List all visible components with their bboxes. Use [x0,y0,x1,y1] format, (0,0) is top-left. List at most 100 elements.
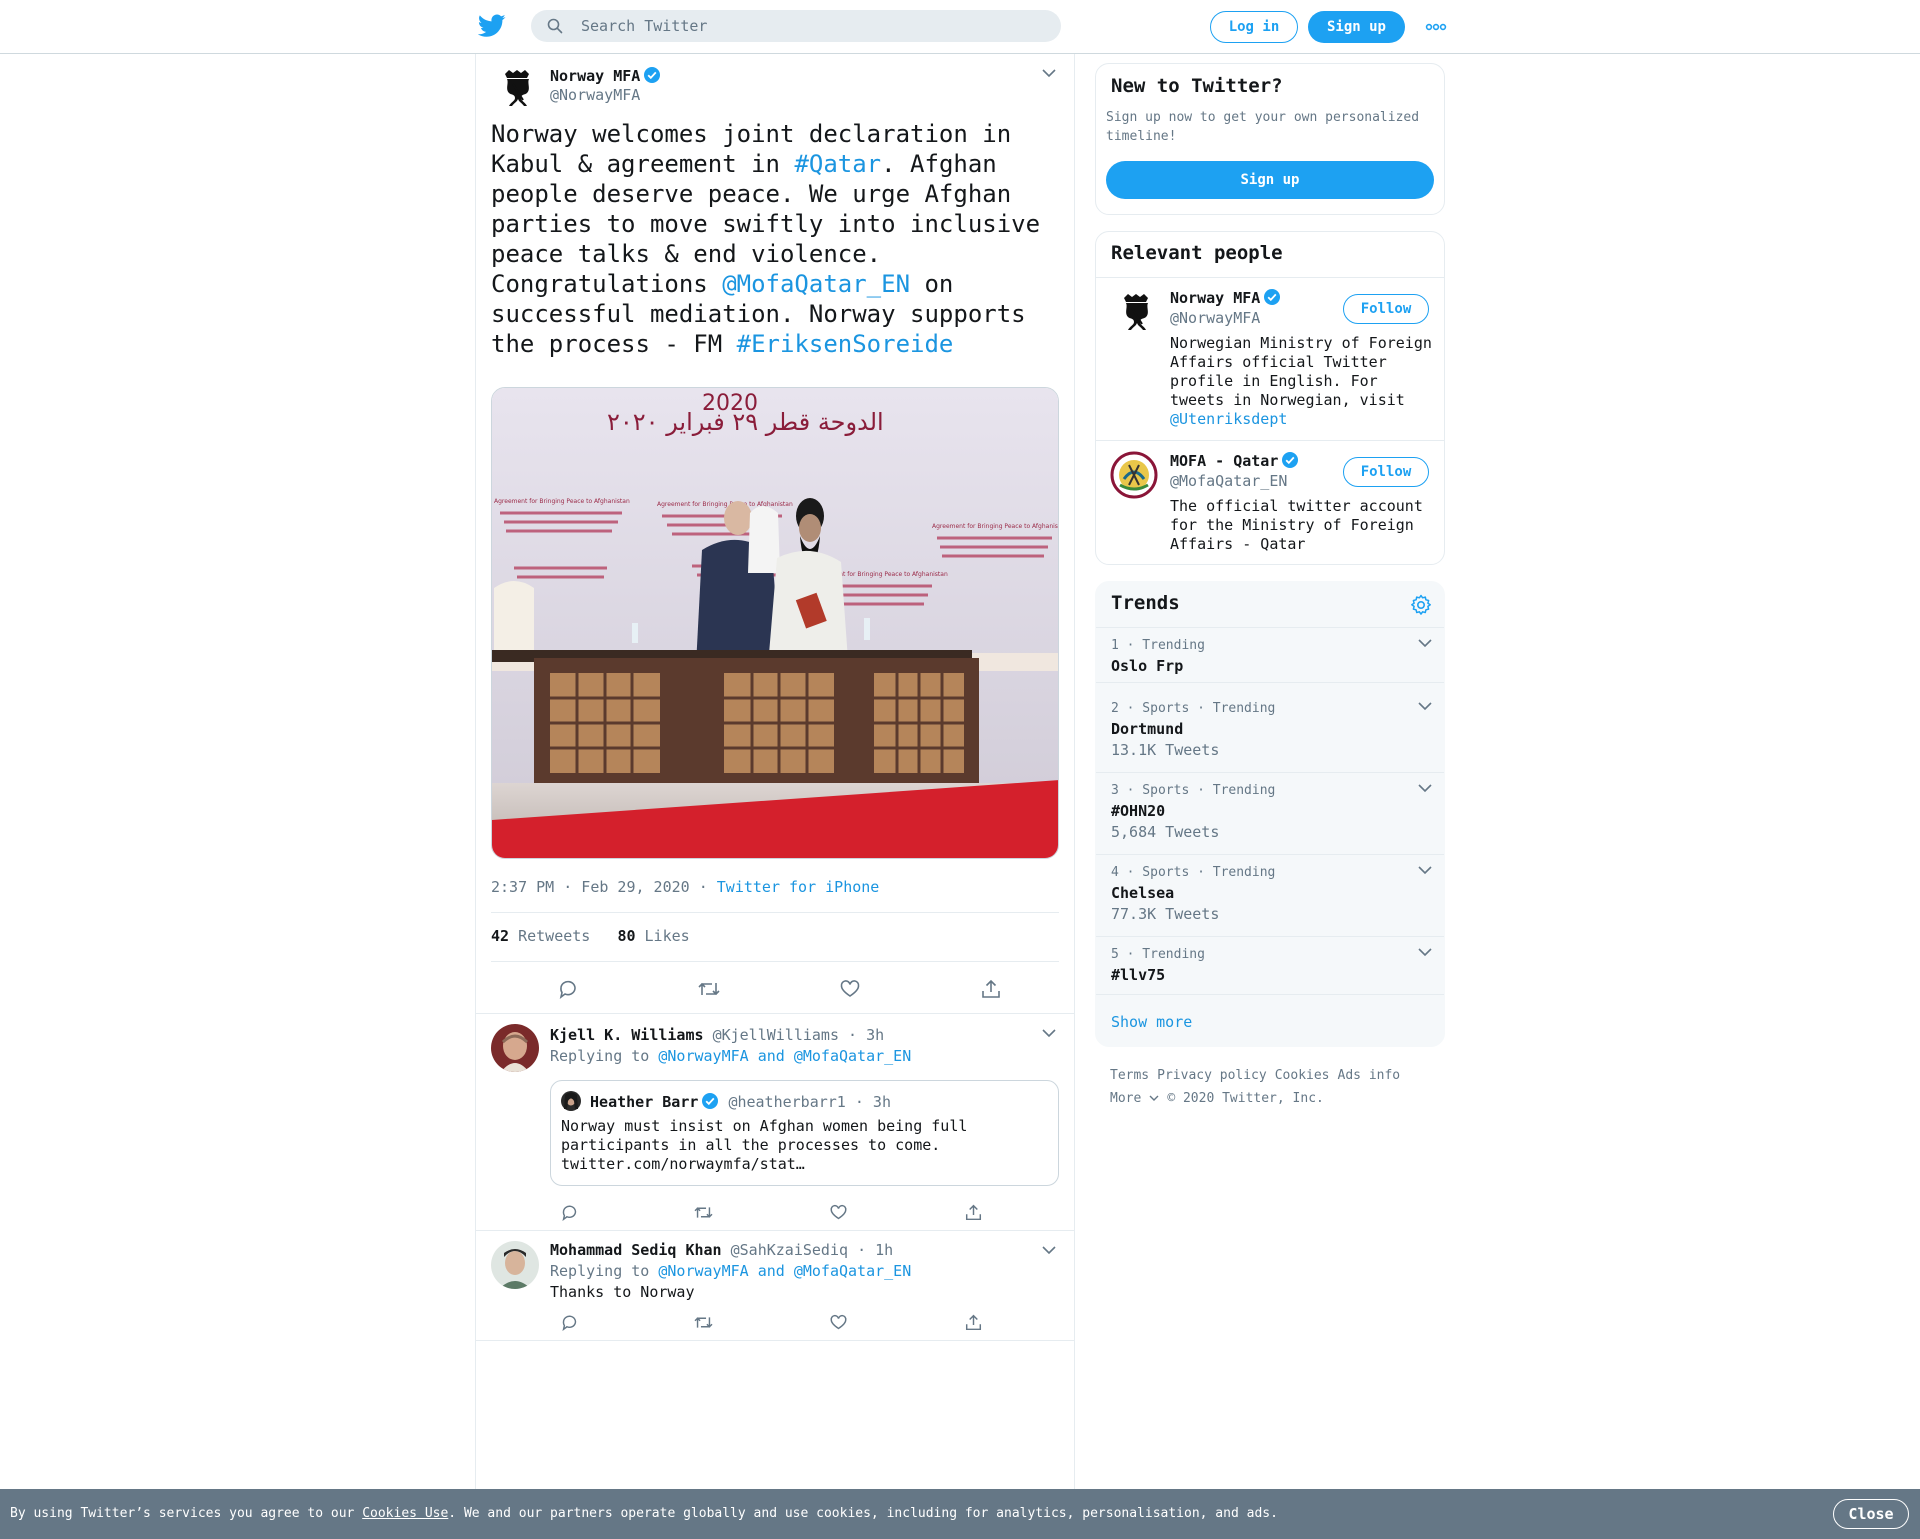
quoted-tweet[interactable]: Heather Barr @heatherbarr1 · 3h Norway m… [550,1080,1059,1186]
trend-name: Oslo Frp [1111,657,1184,675]
person-handle[interactable]: @NorwayMFA [1170,309,1260,327]
retweet-icon [693,1316,713,1328]
show-more-trends-link[interactable]: Show more [1111,1013,1192,1031]
chevron-down-icon[interactable] [1418,947,1432,957]
terms-link[interactable]: Terms [1110,1068,1149,1083]
cookies-use-link[interactable]: Cookies Use [362,1506,448,1521]
trends-header: Trends [1096,582,1444,628]
cookies-link[interactable]: Cookies [1275,1068,1330,1083]
signup-button[interactable]: Sign up [1308,11,1405,43]
share-button[interactable] [958,1307,988,1337]
reply-author-name[interactable]: Mohammad Sediq Khan [550,1241,722,1259]
reply-tweet[interactable]: Mohammad Sediq Khan @SahKzaiSediq · 1h R… [476,1231,1074,1341]
verified-badge-icon [1282,452,1299,468]
verified-badge-icon [1264,289,1281,305]
reply-author-handle[interactable]: @SahKzaiSediq [731,1241,848,1259]
reply-button[interactable] [554,1197,584,1227]
reply-author-handle[interactable]: @KjellWilliams [713,1026,839,1044]
trend-item[interactable]: 3 · Sports · Trending #OHN20 5,684 Tweet… [1096,773,1444,855]
share-button[interactable] [958,1197,988,1227]
twitter-bird-icon[interactable] [478,14,506,38]
person-handle[interactable]: @MofaQatar_EN [1170,472,1287,490]
norway-mfa-avatar[interactable] [1110,288,1158,336]
mofa-qatar-avatar[interactable] [1110,451,1158,499]
author-name[interactable]: Norway MFA [550,67,640,85]
like-button[interactable] [823,1307,853,1337]
author-handle[interactable]: @NorwayMFA [550,86,640,104]
reply-button[interactable] [548,969,588,1009]
chevron-down-icon[interactable] [1418,783,1432,793]
search-box[interactable] [531,10,1061,42]
chevron-down-icon[interactable] [1418,701,1432,711]
poster-text: Agreement for Bringing Peace to Afghanis… [932,523,1059,530]
relevant-people-title: Relevant people [1111,242,1283,264]
tweet-author[interactable]: Norway MFA [550,66,661,85]
footer-links: Terms Privacy policy Cookies Ads info More ©… [1110,1064,1440,1110]
user-avatar-icon [491,1241,539,1289]
new-to-twitter-title: New to Twitter? [1111,75,1283,97]
mohammad-avatar[interactable] [491,1241,539,1289]
reply-button[interactable] [554,1307,584,1337]
search-input[interactable] [581,10,1041,42]
trend-meta: 4 · Sports · Trending [1111,865,1276,880]
retweets-stat[interactable]: 42 Retweets [491,927,590,945]
relevant-person[interactable]: MOFA - Qatar @MofaQatar_EN Follow The of… [1096,441,1444,564]
trend-item[interactable]: 4 · Sports · Trending Chelsea 77.3K Twee… [1096,855,1444,937]
norway-mfa-avatar[interactable] [491,64,539,112]
person-bio: The official twitter account for the Min… [1170,497,1423,553]
hashtag-qatar-link[interactable]: #Qatar [794,150,881,178]
likes-stat[interactable]: 80 Likes [617,927,689,945]
retweet-icon [693,1206,713,1218]
sidebar-signup-button[interactable]: Sign up [1106,161,1434,199]
tweet-timestamp[interactable]: 2:37 PM · Feb 29, 2020 [491,878,690,896]
hashtag-eriksensoreide-link[interactable]: #EriksenSoreide [737,330,954,358]
replying-to-links[interactable]: @NorwayMFA and @MofaQatar_EN [658,1047,911,1065]
gear-icon[interactable] [1409,593,1433,617]
replying-to-links[interactable]: @NorwayMFA and @MofaQatar_EN [658,1262,911,1280]
privacy-link[interactable]: Privacy policy [1157,1068,1267,1083]
cookie-close-button[interactable]: Close [1833,1499,1909,1529]
chevron-down-icon[interactable] [1418,865,1432,875]
reply-tweet[interactable]: Kjell K. Williams @KjellWilliams · 3h Re… [476,1014,1074,1231]
trends-title: Trends [1111,592,1180,614]
chevron-down-icon[interactable] [1042,1028,1056,1038]
like-button[interactable] [830,969,870,1009]
follow-button[interactable]: Follow [1343,294,1429,324]
tweet-stats: 42 Retweets 80 Likes [491,912,1059,962]
trend-item[interactable]: 1 · Trending Oslo Frp [1096,628,1444,683]
more-options-icon[interactable] [1425,20,1447,34]
quoted-tweet-time: · 3h [854,1093,891,1111]
retweet-button[interactable] [689,969,729,1009]
follow-button[interactable]: Follow [1343,457,1429,487]
replying-to-prefix: Replying to [550,1262,659,1280]
trend-item[interactable]: 5 · Trending #llv75 [1096,937,1444,995]
like-button[interactable] [823,1197,853,1227]
trend-name: Dortmund [1111,720,1184,738]
reply-time[interactable]: · 1h [857,1241,893,1259]
utenriksdept-link[interactable]: @Utenriksdept [1170,410,1287,428]
tweet-photo[interactable]: 2020 الدوحة قطر ٢٩ فبراير ٢٠٢٠ Agreement… [491,387,1059,859]
relevant-person[interactable]: Norway MFA @NorwayMFA Follow Norwegian M… [1096,278,1444,441]
retweet-button[interactable] [688,1307,718,1337]
login-button[interactable]: Log in [1210,11,1298,43]
ads-info-link[interactable]: Ads info [1338,1068,1401,1083]
chevron-down-icon[interactable] [1042,1245,1056,1255]
person-name[interactable]: MOFA - Qatar [1170,451,1299,470]
share-button[interactable] [971,969,1011,1009]
reply-author-name[interactable]: Kjell K. Williams [550,1026,704,1044]
retweet-button[interactable] [688,1197,718,1227]
mention-mofaqatar-link[interactable]: @MofaQatar_EN [722,270,910,298]
chevron-down-icon[interactable] [1418,638,1432,648]
more-menu[interactable]: More [1110,1091,1159,1106]
trend-item[interactable]: 2 · Sports · Trending Dortmund 13.1K Twe… [1096,691,1444,773]
focused-tweet: Norway MFA @NorwayMFA Norway welcomes jo… [476,54,1074,1014]
person-name[interactable]: Norway MFA [1170,288,1281,307]
tweet-source-link[interactable]: Twitter for iPhone [717,878,880,896]
reply-text: Thanks to Norway [550,1283,695,1301]
tweet-actions [491,969,1059,1009]
reply-time[interactable]: · 3h [848,1026,884,1044]
kjell-avatar[interactable] [491,1024,539,1072]
chevron-down-icon[interactable] [1042,68,1056,78]
quoted-tweet-text: Norway must insist on Afghan women being… [561,1117,968,1173]
trend-meta: 3 · Sports · Trending [1111,783,1276,798]
